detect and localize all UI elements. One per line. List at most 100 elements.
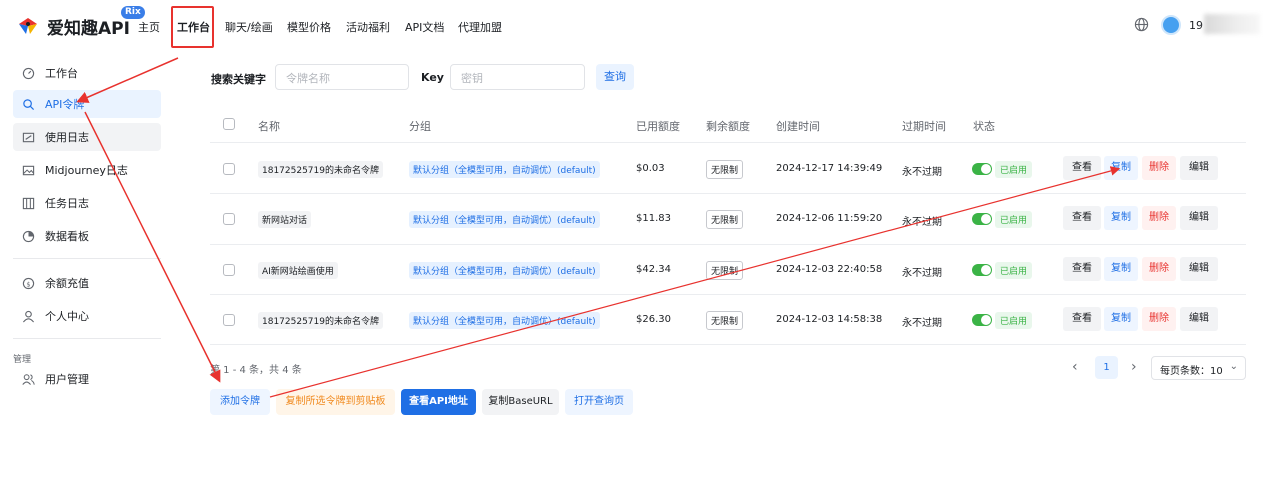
sidebar-divider <box>13 338 161 339</box>
sidebar-item-label: 个人中心 <box>45 310 89 323</box>
used-quota: $11.83 <box>636 213 671 224</box>
group-tag: 默认分组（全模型可用，自动调优）(default) <box>409 262 600 279</box>
row-divider <box>210 244 1246 245</box>
group-tag: 默认分组（全模型可用，自动调优）(default) <box>409 211 600 228</box>
delete-button[interactable]: 删除 <box>1142 307 1176 331</box>
status-badge: 已启用 <box>995 312 1033 329</box>
edit-button[interactable]: 编辑 <box>1180 156 1218 180</box>
page-number-current[interactable]: 1 <box>1095 356 1118 379</box>
column-header-used: 已用额度 <box>636 120 680 133</box>
used-quota: $42.34 <box>636 264 671 275</box>
avatar[interactable] <box>1161 15 1181 35</box>
prev-page-chevron-icon[interactable]: ‹ <box>1072 359 1078 375</box>
page-size-select[interactable]: 每页条数：10 ⌄ <box>1151 356 1246 380</box>
pagination-info: 第 1 - 4 条，共 4 条 <box>210 365 302 376</box>
dashboard-icon <box>22 67 35 79</box>
brand-logo-icon[interactable] <box>16 14 40 38</box>
status-badge: 已启用 <box>995 262 1033 279</box>
sidebar-item-api-tokens[interactable]: API令牌 <box>13 90 161 118</box>
query-button[interactable]: 查询 <box>596 64 634 90</box>
sidebar-item-label: 用户管理 <box>45 373 89 386</box>
sidebar-item-profile[interactable]: 个人中心 <box>13 302 161 330</box>
status-toggle[interactable] <box>972 213 992 225</box>
column-header-name: 名称 <box>258 120 280 133</box>
created-time: 2024-12-17 14:39:49 <box>776 163 883 174</box>
sidebar-item-user-management[interactable]: 用户管理 <box>13 365 161 393</box>
next-page-chevron-icon[interactable]: › <box>1131 359 1137 375</box>
sidebar-item-midjourney-log[interactable]: Midjourney日志 <box>13 156 161 184</box>
nav-agent[interactable]: 代理加盟 <box>458 19 502 35</box>
status-toggle[interactable] <box>972 314 992 326</box>
edit-button[interactable]: 编辑 <box>1180 206 1218 230</box>
table-divider <box>210 142 1246 143</box>
created-time: 2024-12-06 11:59:20 <box>776 213 883 224</box>
copy-button[interactable]: 复制 <box>1104 257 1138 281</box>
top-navbar: 爱知趣API Rix 主页 工作台 聊天/绘画 模型价格 活动福利 API文档 … <box>0 0 1280 52</box>
created-time: 2024-12-03 14:58:38 <box>776 314 883 325</box>
chevron-down-icon: ⌄ <box>1229 361 1238 372</box>
group-tag: 默认分组（全模型可用，自动调优）(default) <box>409 312 600 329</box>
annotation-highlight-box <box>171 6 214 48</box>
copy-base-url-button[interactable]: 复制BaseURL <box>482 389 559 415</box>
page-size-label: 每页条数：10 <box>1160 366 1223 377</box>
used-quota: $0.03 <box>636 163 665 174</box>
chart-icon <box>22 230 35 242</box>
token-name-input[interactable]: 令牌名称 <box>275 64 409 90</box>
status-toggle[interactable] <box>972 163 992 175</box>
delete-button[interactable]: 删除 <box>1142 156 1176 180</box>
sidebar-item-data-board[interactable]: 数据看板 <box>13 222 161 250</box>
view-button[interactable]: 查看 <box>1063 257 1101 281</box>
remaining-quota: 无限制 <box>706 261 744 280</box>
row-checkbox[interactable] <box>223 314 235 326</box>
image-icon <box>22 165 35 175</box>
sidebar-item-usage-log[interactable]: 使用日志 <box>13 123 161 151</box>
nav-home[interactable]: 主页 <box>138 19 160 35</box>
view-button[interactable]: 查看 <box>1063 156 1101 180</box>
column-header-group: 分组 <box>409 120 431 133</box>
expire-time: 永不过期 <box>902 268 942 279</box>
view-api-address-button[interactable]: 查看API地址 <box>401 389 476 415</box>
row-checkbox[interactable] <box>223 264 235 276</box>
row-checkbox[interactable] <box>223 163 235 175</box>
delete-button[interactable]: 删除 <box>1142 257 1176 281</box>
remaining-quota: 无限制 <box>706 210 744 229</box>
column-header-created: 创建时间 <box>776 120 820 133</box>
user-name[interactable]: 19 <box>1189 19 1203 32</box>
language-globe-icon[interactable] <box>1134 17 1149 32</box>
user-icon <box>22 310 35 322</box>
used-quota: $26.30 <box>636 314 671 325</box>
sidebar-item-label: 使用日志 <box>45 131 89 144</box>
status-badge: 已启用 <box>995 211 1033 228</box>
edit-button[interactable]: 编辑 <box>1180 257 1218 281</box>
sidebar-item-recharge[interactable]: $ 余额充值 <box>13 269 161 297</box>
nav-chat-draw[interactable]: 聊天/绘画 <box>225 19 273 35</box>
svg-text:$: $ <box>26 280 30 288</box>
delete-button[interactable]: 删除 <box>1142 206 1176 230</box>
add-token-button[interactable]: 添加令牌 <box>210 389 270 415</box>
sidebar-item-label: 数据看板 <box>45 230 89 243</box>
view-button[interactable]: 查看 <box>1063 206 1101 230</box>
copy-button[interactable]: 复制 <box>1104 206 1138 230</box>
select-all-checkbox[interactable] <box>223 118 235 130</box>
sidebar-item-label: 余额充值 <box>45 277 89 290</box>
sidebar-item-workbench[interactable]: 工作台 <box>13 59 161 87</box>
copy-button[interactable]: 复制 <box>1104 307 1138 331</box>
sidebar-item-task-log[interactable]: 任务日志 <box>13 189 161 217</box>
copy-button[interactable]: 复制 <box>1104 156 1138 180</box>
nav-model-price[interactable]: 模型价格 <box>287 19 331 35</box>
key-input[interactable]: 密钥 <box>450 64 585 90</box>
status-toggle[interactable] <box>972 264 992 276</box>
row-checkbox[interactable] <box>223 213 235 225</box>
group-tag: 默认分组（全模型可用，自动调优）(default) <box>409 161 600 178</box>
nav-api-docs[interactable]: API文档 <box>405 19 444 35</box>
open-query-page-button[interactable]: 打开查询页 <box>565 389 633 415</box>
nav-promotions[interactable]: 活动福利 <box>346 19 390 35</box>
log-icon <box>22 132 35 142</box>
copy-selected-tokens-button[interactable]: 复制所选令牌到剪贴板 <box>276 389 395 415</box>
users-icon <box>22 373 35 385</box>
edit-button[interactable]: 编辑 <box>1180 307 1218 331</box>
brand-name[interactable]: 爱知趣API <box>47 14 130 39</box>
view-button[interactable]: 查看 <box>1063 307 1101 331</box>
expire-time: 永不过期 <box>902 167 942 178</box>
row-divider <box>210 294 1246 295</box>
